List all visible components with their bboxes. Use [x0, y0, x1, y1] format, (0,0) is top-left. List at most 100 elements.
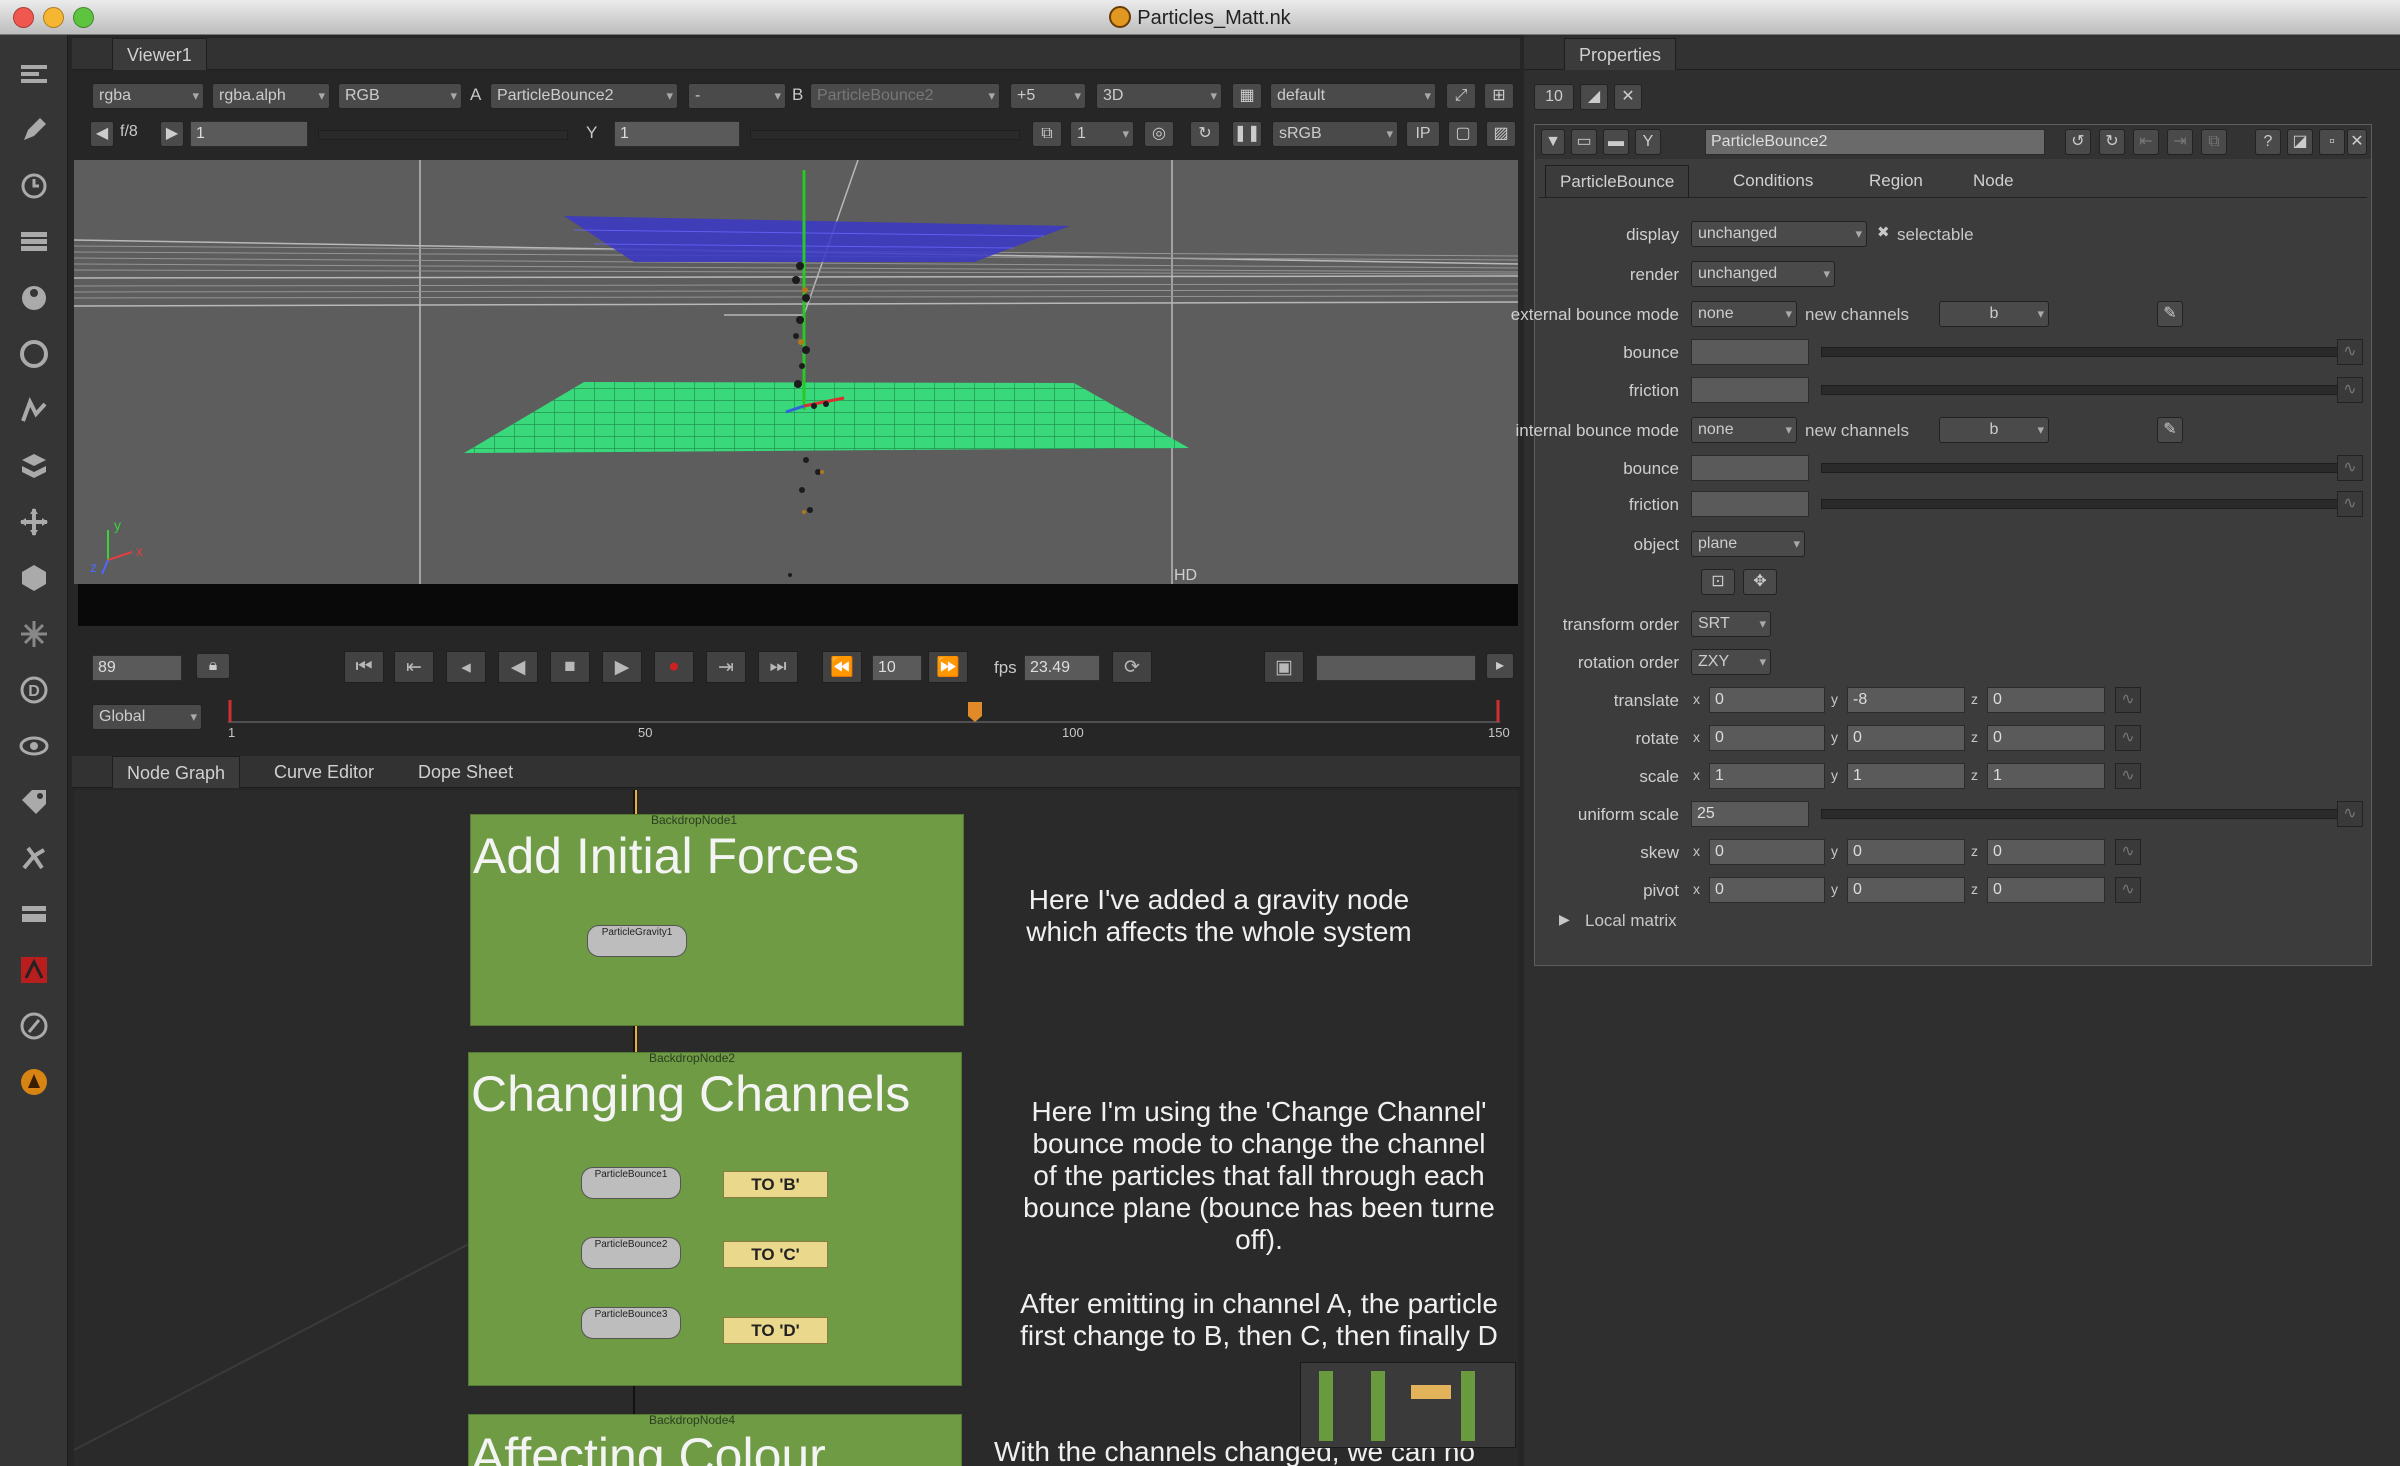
lut-preset-dropdown[interactable]: default	[1270, 83, 1436, 109]
internal-bounce-input[interactable]	[1691, 455, 1809, 481]
internal-friction-slider[interactable]	[1821, 499, 2341, 509]
fraction-next-button[interactable]: ▶	[160, 121, 184, 147]
increment-input[interactable]: 10	[872, 655, 922, 681]
uniform-scale-slider[interactable]	[1821, 809, 2341, 819]
object-dropdown[interactable]: plane	[1691, 531, 1805, 557]
external-bounce-mode-dropdown[interactable]: none	[1691, 301, 1797, 327]
a-input-dropdown[interactable]: ParticleBounce2	[490, 83, 678, 109]
pivot-x-input[interactable]: 0	[1709, 877, 1825, 903]
pivot-z-input[interactable]: 0	[1987, 877, 2105, 903]
node-graph-navigator[interactable]	[1300, 1362, 1516, 1448]
current-frame-input[interactable]: 89	[92, 655, 182, 681]
tab-particlebounce[interactable]: ParticleBounce	[1545, 165, 1690, 197]
sticky-to-d[interactable]: TO 'D'	[723, 1317, 828, 1344]
particle-bounce3-node[interactable]: ParticleBounce3	[581, 1307, 681, 1339]
backdrop-changing-channels[interactable]: BackdropNode2 Changing Channels Particle…	[468, 1051, 962, 1386]
rotate-animation-icon[interactable]: ∿	[2115, 725, 2141, 751]
draw-toolbox-icon[interactable]	[10, 107, 58, 153]
rotate-y-input[interactable]: 0	[1847, 725, 1965, 751]
internal-bounce-animation-icon[interactable]: ∿	[2337, 455, 2363, 481]
translate-x-input[interactable]: 0	[1709, 687, 1825, 713]
rotation-order-dropdown[interactable]: ZXY	[1691, 649, 1771, 675]
3d-toolbox-icon[interactable]	[10, 555, 58, 601]
undo-icon[interactable]: ↺	[2065, 129, 2091, 155]
play-backward-button[interactable]: ◀	[498, 651, 538, 683]
lut-icon[interactable]: ▦	[1232, 83, 1262, 109]
loop-mode-button[interactable]: ⟳	[1112, 651, 1152, 683]
play-forward-button[interactable]: ▶	[602, 651, 642, 683]
display-style-dropdown[interactable]: RGB	[338, 83, 462, 109]
scale-y-input[interactable]: 1	[1847, 763, 1965, 789]
other-toolbox-icon[interactable]	[10, 835, 58, 881]
backdrop-affecting-colour[interactable]: BackdropNode4 Affecting Colour	[468, 1413, 962, 1466]
sticky-to-c[interactable]: TO 'C'	[723, 1241, 828, 1268]
refresh-icon[interactable]: ↻	[1190, 121, 1220, 147]
tab-conditions[interactable]: Conditions	[1719, 165, 1827, 197]
ocula-plugin-icon[interactable]	[10, 1003, 58, 1049]
rotate-x-input[interactable]: 0	[1709, 725, 1825, 751]
rotate-z-input[interactable]: 0	[1987, 725, 2105, 751]
image-toolbox-icon[interactable]	[10, 51, 58, 97]
node-color-icon[interactable]: ▬	[1603, 129, 1629, 155]
internal-bounce-mode-dropdown[interactable]: none	[1691, 417, 1797, 443]
prev-frame-button[interactable]: ◂	[446, 651, 486, 683]
pixel-aspect-icon[interactable]: ⊞	[1484, 83, 1514, 109]
gain-input[interactable]: 1	[190, 121, 308, 147]
transform-toolbox-icon[interactable]	[10, 499, 58, 545]
friction-input[interactable]	[1691, 377, 1809, 403]
selectable-checkbox[interactable]: ✖	[1877, 223, 1890, 241]
input-process-toggle[interactable]: IP	[1406, 121, 1440, 147]
display-dropdown[interactable]: unchanged	[1691, 221, 1867, 247]
skew-x-input[interactable]: 0	[1709, 839, 1825, 865]
next-keyframe-button[interactable]: ⇥	[706, 651, 746, 683]
timeline-menu-icon[interactable]: ▸	[1486, 653, 1514, 679]
tab-node[interactable]: Node	[1959, 165, 2028, 197]
sticky-note-gravity[interactable]: Here I've added a gravity node which aff…	[1024, 884, 1414, 948]
record-button[interactable]: ●	[654, 651, 694, 683]
stop-button[interactable]: ■	[550, 651, 590, 683]
roi-icon[interactable]: ◎	[1144, 121, 1174, 147]
first-frame-button[interactable]: ⏮	[344, 651, 384, 683]
tab-dope-sheet[interactable]: Dope Sheet	[404, 756, 527, 788]
skip-forward-increment-button[interactable]: ⏩	[928, 651, 968, 683]
collapse-icon[interactable]: ▼	[1541, 129, 1565, 155]
object-transform-handle-icon[interactable]: ⊡	[1701, 569, 1735, 595]
translate-z-input[interactable]: 0	[1987, 687, 2105, 713]
b-input-dropdown[interactable]: ParticleBounce2	[810, 83, 1000, 109]
bounce-slider[interactable]	[1821, 347, 2341, 357]
color-toolbox-icon[interactable]	[10, 275, 58, 321]
proxy-dropdown[interactable]: 1	[1070, 121, 1134, 147]
uniform-scale-animation-icon[interactable]: ∿	[2337, 801, 2363, 827]
alpha-channel-dropdown[interactable]: rgba.alph	[212, 83, 330, 109]
internal-friction-input[interactable]	[1691, 491, 1809, 517]
compare-mode-dropdown[interactable]: -	[688, 83, 786, 109]
pin-icon[interactable]: ◪	[2287, 129, 2313, 155]
colorspace-dropdown[interactable]: sRGB	[1272, 121, 1398, 147]
channel-toolbox-icon[interactable]	[10, 219, 58, 265]
reset-icon[interactable]: ⇥	[2167, 129, 2193, 155]
help-icon[interactable]: ?	[2255, 129, 2281, 155]
particle-gravity-node[interactable]: ParticleGravity1	[587, 925, 687, 957]
close-properties-icon[interactable]: ✕	[2347, 129, 2367, 155]
deep-toolbox-icon[interactable]: D	[10, 667, 58, 713]
particle-bounce2-node[interactable]: ParticleBounce2	[581, 1237, 681, 1269]
object-pivot-icon[interactable]: ✥	[1743, 569, 1777, 595]
fraction-prev-button[interactable]: ◀	[90, 121, 114, 147]
flipbook-button[interactable]: ▣	[1264, 651, 1304, 683]
pivot-y-input[interactable]: 0	[1847, 877, 1965, 903]
skew-z-input[interactable]: 0	[1987, 839, 2105, 865]
playback-range-input[interactable]	[1316, 655, 1476, 681]
views-toolbox-icon[interactable]	[10, 723, 58, 769]
max-panels-input[interactable]: 10	[1534, 84, 1574, 110]
sticky-note-channels[interactable]: Here I'm using the 'Change Channel' boun…	[994, 1096, 1518, 1352]
frame-range-dropdown[interactable]: Global	[92, 704, 202, 730]
float-icon[interactable]: ▫	[2319, 129, 2345, 155]
scale-animation-icon[interactable]: ∿	[2115, 763, 2141, 789]
prev-keyframe-button[interactable]: ⇤	[394, 651, 434, 683]
metadata-toolbox-icon[interactable]	[10, 779, 58, 825]
copy-icon[interactable]: ⧉	[2201, 129, 2227, 155]
merge-toolbox-icon[interactable]	[10, 443, 58, 489]
redo-icon[interactable]: ↻	[2099, 129, 2125, 155]
name-icon[interactable]: Y	[1635, 129, 1661, 155]
sticky-to-b[interactable]: TO 'B'	[723, 1171, 828, 1198]
